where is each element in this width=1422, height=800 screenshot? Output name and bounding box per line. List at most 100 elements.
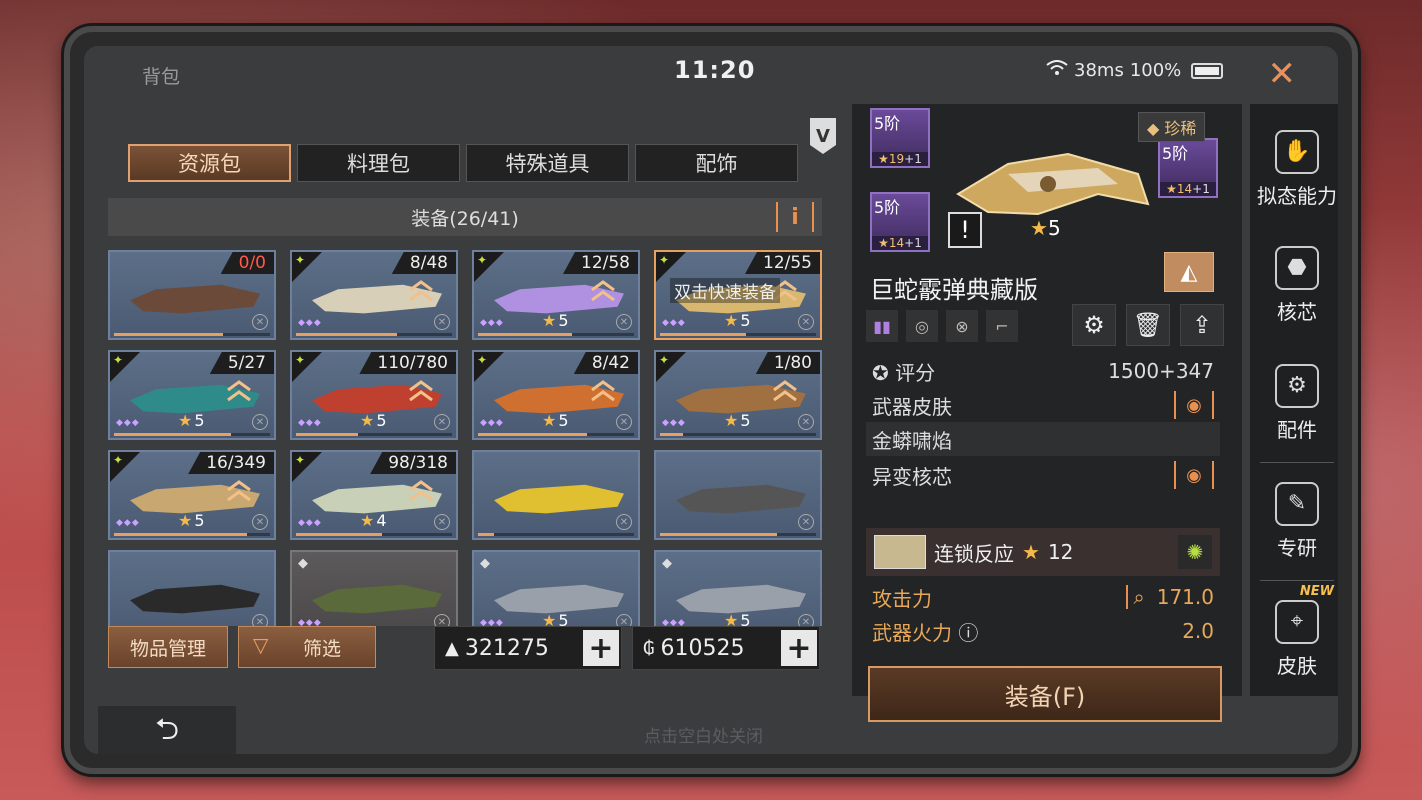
progress-fill: [478, 533, 494, 536]
star-icon: ★: [542, 311, 557, 330]
sidebar-divider: [1260, 462, 1334, 463]
close-hint[interactable]: 点击空白处关闭: [644, 722, 763, 747]
progress-fill: [660, 533, 777, 536]
mod-slot[interactable]: 5阶 ★19+1: [870, 108, 930, 168]
disabled-icon: ✕: [616, 314, 632, 330]
item-progress-bar: [114, 333, 270, 336]
grid-item[interactable]: ◆ ★ 5 ◆◆◆ ✕: [472, 550, 640, 626]
item-progress-bar: [296, 333, 452, 336]
item-progress-bar: [296, 533, 452, 536]
grid-item[interactable]: ✕: [472, 450, 640, 540]
upgrade-chevron-icon: [408, 480, 434, 502]
grid-item[interactable]: 8/48 ✦ ◆◆◆ ✕: [290, 250, 458, 340]
back-button[interactable]: ⮌: [98, 706, 236, 754]
grid-item[interactable]: ◆ ★ 5 ◆◆◆ ✕: [654, 550, 822, 626]
attack-label: 攻击力: [872, 586, 932, 611]
grid-item[interactable]: 110/780 ✦ ★ 5 ◆◆◆ ✕: [290, 350, 458, 440]
equipment-count: 装备(26/41): [411, 207, 519, 230]
quick-equip-hint: 双击快速装备: [670, 278, 780, 303]
tab-food-pack[interactable]: 料理包: [297, 144, 460, 182]
mountain-icon: ▲: [445, 637, 459, 659]
disabled-icon: ✕: [434, 614, 450, 626]
grid-item[interactable]: 12/55 ✦ ★ 5 ◆◆◆ 双击快速装备 ✕: [654, 250, 822, 340]
info-button[interactable]: i: [776, 202, 814, 232]
sidebar-item-label: 核芯: [1277, 299, 1317, 324]
disabled-icon: ✕: [798, 614, 814, 626]
mod-slot[interactable]: 5阶 ★14+1: [870, 192, 930, 252]
skin-name-row[interactable]: 金蟒啸焰: [866, 422, 1220, 456]
disabled-icon: ✕: [798, 514, 814, 530]
star-count: 5: [558, 411, 569, 430]
share-button[interactable]: ⇪: [1180, 304, 1224, 346]
add-coin-currency-button[interactable]: +: [781, 630, 817, 666]
element-badge-icon: ✦: [474, 352, 504, 382]
star-icon: ★: [178, 511, 193, 530]
delete-button[interactable]: 🗑: [1126, 304, 1170, 346]
equipment-header: 装备(26/41) i: [108, 198, 822, 236]
firepower-label-wrap: 武器火力 ⓘ: [872, 617, 978, 646]
item-count: 8/42: [573, 352, 638, 374]
info-circle-icon[interactable]: ⓘ: [958, 621, 978, 645]
tier-dots-icon: ◆◆◆: [480, 418, 504, 428]
item-manage-button[interactable]: 物品管理: [108, 626, 228, 668]
sidebar-item-mimic[interactable]: ✋ 拟态能力: [1250, 114, 1338, 224]
equip-button[interactable]: 装备(F): [868, 666, 1222, 722]
fishing-rod-image: [130, 284, 260, 314]
ping-value: 38ms: [1074, 60, 1124, 81]
grid-item[interactable]: ✕: [108, 550, 276, 626]
alert-icon[interactable]: !: [948, 212, 982, 248]
tier-dots-icon: ◆◆◆: [662, 318, 686, 328]
splash-icon: ✺: [1178, 535, 1212, 569]
gem-icon: ◆: [298, 556, 308, 571]
eye-icon[interactable]: ◉: [1174, 391, 1214, 419]
item-stars: ★ 5: [724, 311, 751, 330]
grid-item[interactable]: ✕: [654, 450, 822, 540]
grid-item[interactable]: ◆ ◆◆◆ ✕: [290, 550, 458, 626]
item-stars: ★ 5: [178, 411, 205, 430]
grid-item[interactable]: 0/0 ✕: [108, 250, 276, 340]
grid-item[interactable]: 16/349 ✦ ★ 5 ◆◆◆ ✕: [108, 450, 276, 540]
star-count: 5: [740, 311, 751, 330]
tab-resource-pack[interactable]: 资源包: [128, 144, 291, 182]
progress-fill: [296, 433, 359, 436]
star-count: 5: [194, 511, 205, 530]
sidebar-item-label: 配件: [1277, 417, 1317, 442]
axe-image: [676, 484, 806, 514]
disabled-icon: ✕: [252, 414, 268, 430]
score-icon: ✪: [872, 360, 896, 385]
grid-item[interactable]: 1/80 ✦ ★ 5 ◆◆◆ ✕: [654, 350, 822, 440]
sidebar-item-core[interactable]: ⬣ 核芯: [1250, 230, 1338, 340]
grid-item[interactable]: 98/318 ✦ ★ 4 ◆◆◆ ✕: [290, 450, 458, 540]
sidebar-item-parts[interactable]: ⚙ 配件: [1250, 348, 1338, 458]
grid-item[interactable]: 8/42 ✦ ★ 5 ◆◆◆ ✕: [472, 350, 640, 440]
disabled-icon: ✕: [616, 414, 632, 430]
eye-icon[interactable]: ◉: [1174, 461, 1214, 489]
tier-dots-icon: ◆◆◆: [298, 318, 322, 328]
element-badge-icon: ✦: [292, 352, 322, 382]
filter-button[interactable]: ▽ 筛选: [238, 626, 376, 668]
mod-slot[interactable]: 5阶 ★14+1: [1158, 138, 1218, 198]
weapon-star-count: 5: [1047, 216, 1061, 240]
trash-icon: 🗑: [1132, 311, 1164, 339]
grid-item[interactable]: 5/27 ✦ ★ 5 ◆◆◆ ✕: [108, 350, 276, 440]
sidebar-item-skin[interactable]: NEW ⌖ 皮肤: [1250, 584, 1338, 694]
grid-item[interactable]: 12/58 ✦ ★ 5 ◆◆◆ ✕: [472, 250, 640, 340]
close-icon[interactable]: ✕: [1268, 54, 1297, 94]
core-slot[interactable]: 连锁反应 ★ 12 ✺: [866, 528, 1220, 576]
vest-image: [312, 584, 442, 614]
item-count: 98/318: [370, 452, 456, 474]
gem-icon: ◆: [662, 556, 672, 571]
pickaxe-image: [130, 584, 260, 614]
star-icon: ★: [360, 511, 375, 530]
add-mountain-currency-button[interactable]: +: [583, 630, 619, 666]
core-name: 连锁反应: [934, 541, 1014, 566]
clock: 11:20: [674, 56, 756, 84]
upgrade-icon[interactable]: ◭: [1164, 252, 1214, 292]
magnify-icon[interactable]: ⌕: [1125, 585, 1151, 609]
star-icon: ★: [542, 411, 557, 430]
settings-button[interactable]: ⚙: [1072, 304, 1116, 346]
element-icon: ◎: [906, 310, 938, 342]
tab-accessories[interactable]: 配饰: [635, 144, 798, 182]
tab-special-items[interactable]: 特殊道具: [466, 144, 629, 182]
sidebar-item-research[interactable]: ✎ 专研: [1250, 466, 1338, 576]
